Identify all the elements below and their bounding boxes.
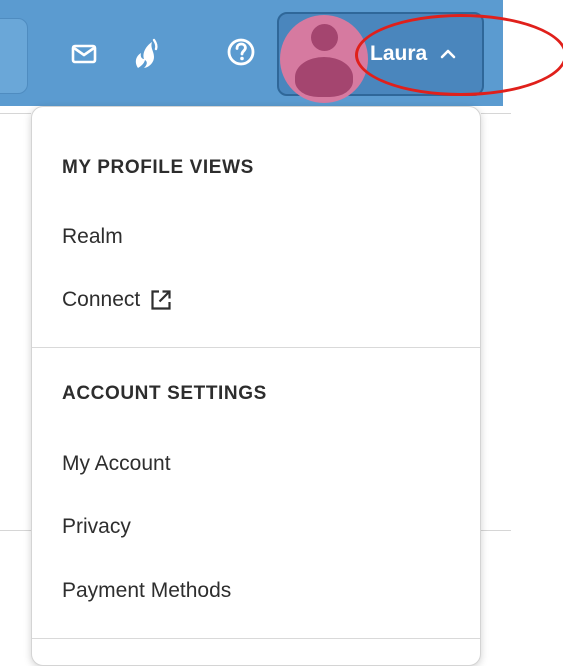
chevron-up-icon[interactable] — [436, 42, 460, 66]
menu-divider — [32, 638, 480, 639]
background-divider — [481, 113, 511, 114]
menu-item-label: Privacy — [62, 515, 131, 538]
section-title-account-settings: ACCOUNT SETTINGS — [62, 383, 267, 404]
menu-divider — [32, 347, 480, 348]
menu-item-label: Realm — [62, 225, 123, 248]
background-divider — [0, 113, 31, 114]
avatar-body-shape — [295, 57, 353, 97]
user-name-label[interactable]: Laura — [370, 40, 427, 68]
help-icon[interactable] — [223, 34, 259, 70]
menu-item-realm[interactable]: Realm — [62, 225, 123, 249]
avatar[interactable] — [280, 15, 368, 103]
section-title-profile-views: MY PROFILE VIEWS — [62, 157, 254, 178]
background-divider — [481, 530, 511, 531]
menu-item-payment-methods[interactable]: Payment Methods — [62, 579, 231, 603]
menu-item-label: Payment Methods — [62, 579, 232, 602]
flame-icon[interactable] — [128, 36, 164, 72]
menu-item-privacy[interactable]: Privacy — [62, 515, 131, 539]
menu-item-label: Connect — [62, 288, 141, 311]
search-field-edge[interactable] — [0, 18, 28, 94]
external-link-icon — [150, 289, 172, 311]
background-divider — [0, 530, 31, 531]
mail-icon[interactable] — [66, 36, 102, 72]
profile-dropdown-menu: MY PROFILE VIEWS Realm Connect ACCOUNT S… — [31, 106, 481, 666]
avatar-head-shape — [311, 24, 338, 51]
menu-item-label: My Account — [62, 452, 171, 475]
menu-item-connect[interactable]: Connect — [62, 288, 172, 312]
menu-item-my-account[interactable]: My Account — [62, 452, 171, 476]
